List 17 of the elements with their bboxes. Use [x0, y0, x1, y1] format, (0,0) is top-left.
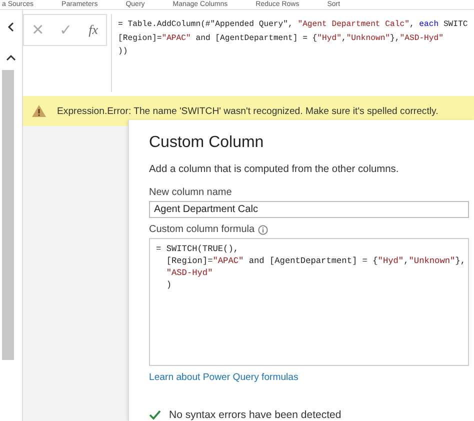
status-message: No syntax errors have been detected	[169, 409, 342, 421]
learn-link[interactable]: Learn about Power Query formulas	[149, 372, 298, 383]
column-name-field[interactable]: Agent Department Calc	[149, 201, 469, 218]
dialog-title: Custom Column	[149, 134, 264, 152]
checkmark-icon	[149, 410, 161, 420]
collapse-icon[interactable]	[7, 22, 15, 32]
scrollbar[interactable]	[2, 70, 14, 360]
formula-editor[interactable]: = SWITCH(TRUE(), [Region]="APAC" and [AgentDepartment] = {"Hyd","Unknown"}, "ASD-Hyd" )	[149, 238, 469, 366]
warning-icon	[31, 104, 47, 118]
formula-field[interactable]: = Table.AddColumn(#"Appended Query", "Agent Department Calc", each SWITC [Region]="APAC" and [AgentDepartment] = {"Hyd","Unknown"},"ASD-Hyd" ))	[111, 14, 474, 92]
field-label: Custom column formula	[149, 224, 255, 235]
fx-button[interactable]: fx	[88, 22, 98, 38]
dialog-description: Add a column that is computed from the other columns.	[149, 164, 399, 175]
field-label: New column name	[149, 187, 232, 198]
error-message: Expression.Error: The name 'SWITCH' wasn't recognized. Make sure it's spelled correctly.	[57, 106, 438, 116]
caret-up-icon[interactable]	[6, 54, 16, 62]
info-icon[interactable]	[258, 224, 268, 234]
